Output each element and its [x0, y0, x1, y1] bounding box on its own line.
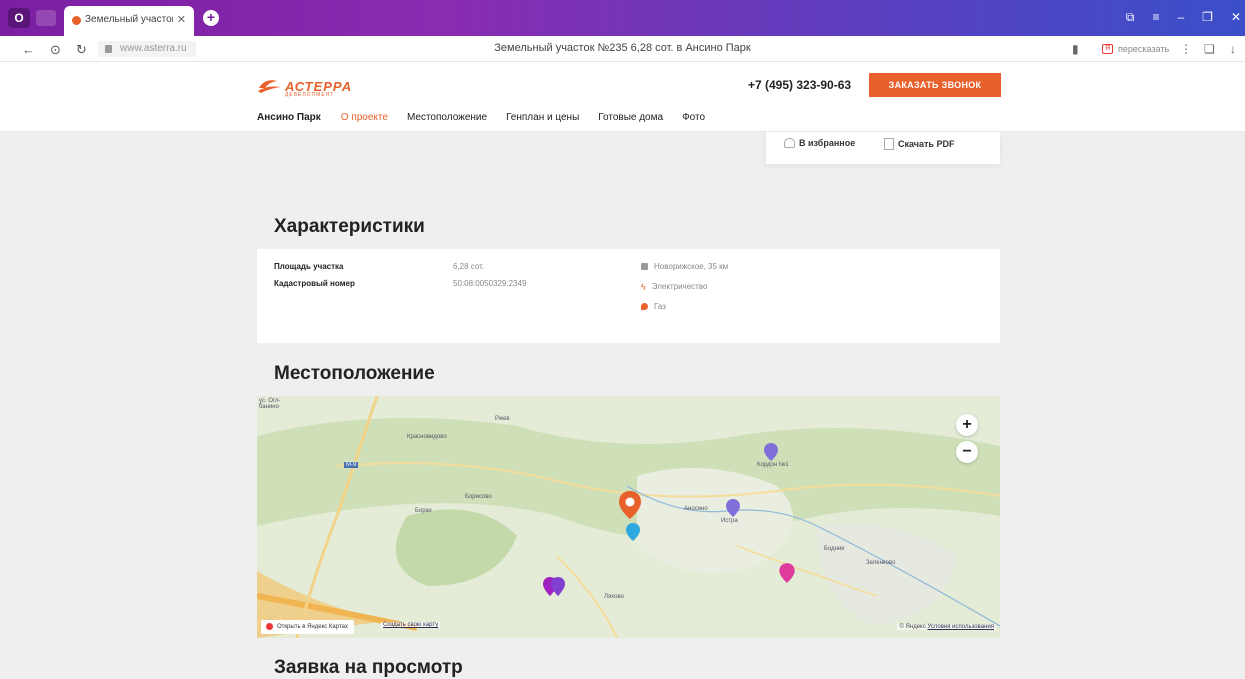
tab-group-icon[interactable]	[36, 10, 56, 26]
window-controls: ⧉ ≡ – ❐ ✕	[1126, 10, 1241, 25]
map-road-badge: М-9	[344, 462, 359, 468]
map-label-krasnovidovo: Красновидово	[407, 434, 447, 440]
site-logo[interactable]: АСТЕРРА ДЕВЕЛОПМЕНТ	[257, 76, 357, 98]
site-favicon-icon	[72, 16, 81, 25]
translate-label: пересказать	[1118, 44, 1170, 54]
feature-power: ϟ Электричество	[641, 282, 707, 291]
document-icon	[884, 138, 894, 150]
restore-icon[interactable]: ❐	[1202, 10, 1213, 25]
map-label-lyakhovo: Ляхово	[604, 594, 624, 600]
highway-icon	[641, 263, 648, 270]
poi-marker-istra-icon[interactable]	[725, 498, 741, 518]
snapshot-icon[interactable]: ⧉	[1126, 10, 1135, 25]
address-bar-row: ← ⊙ ↻ www.asterra.ru Земельный участок №…	[0, 36, 1245, 62]
flame-icon	[641, 303, 648, 310]
plot-location-marker-icon[interactable]	[618, 490, 642, 520]
map-zoom-out-button[interactable]: −	[956, 441, 978, 463]
map-label-anosino: Аносино	[684, 506, 708, 512]
menu-item-photo[interactable]: Фото	[682, 112, 705, 123]
highway-text: Новорижское, 35 км	[654, 262, 729, 271]
location-heading: Местоположение	[274, 363, 435, 384]
map-label-istra: Истра	[721, 518, 738, 524]
map-label-ryzhe: Ржев	[495, 416, 510, 422]
poi-marker-blue-icon[interactable]	[625, 522, 641, 542]
map-label-zelenkovo: Зеленково	[866, 560, 896, 566]
open-yandex-label: Открыть в Яндекс Картах	[277, 624, 348, 630]
cadastral-value: 50:08:0050329:2349	[453, 279, 527, 288]
yandex-map[interactable]: ус. Огл- банино Красновидово Ржев Борисо…	[257, 396, 1000, 638]
menu-item-plan[interactable]: Генплан и цены	[506, 112, 579, 123]
page-title-in-bar: Земельный участок №235 6,28 сот. в Ансин…	[494, 42, 751, 54]
more-icon[interactable]: ⋮	[1180, 42, 1192, 56]
copyright-text: © Яндекс	[899, 624, 926, 630]
gas-text: Газ	[654, 302, 666, 311]
yandex-maps-pin-icon	[266, 623, 273, 630]
order-call-button[interactable]: ЗАКАЗАТЬ ЗВОНОК	[869, 73, 1001, 97]
terms-link[interactable]: Условия использования	[927, 624, 994, 630]
logo-wave-icon	[258, 80, 281, 93]
poi-marker-cluster-icon[interactable]	[541, 576, 569, 600]
heart-icon	[784, 138, 795, 148]
feature-highway: Новорижское, 35 км	[641, 262, 728, 271]
site-header: АСТЕРРА ДЕВЕЛОПМЕНТ +7 (495) 323-90-63 З…	[0, 62, 1245, 132]
request-heading: Заявка на просмотр	[274, 657, 463, 678]
menu-item-location[interactable]: Местоположение	[407, 112, 487, 123]
download-icon[interactable]: ↓	[1230, 42, 1236, 56]
map-label-bodnie: Бодние	[824, 546, 845, 552]
create-map-link[interactable]: Создать свою карту	[381, 622, 441, 628]
map-zoom-in-button[interactable]: +	[956, 414, 978, 436]
opera-menu-icon[interactable]: O	[8, 8, 30, 28]
tab-title: Земельный участок №	[85, 14, 173, 25]
browser-tab-bar: O Земельный участок № ✕ + ⧉ ≡ – ❐ ✕	[0, 0, 1245, 36]
open-in-yandex-maps-button[interactable]: Открыть в Яндекс Картах	[261, 620, 354, 634]
add-favorite-button[interactable]: В избранное	[784, 138, 855, 148]
map-label-kordon: Кордон №1	[757, 462, 789, 468]
tab-close-icon[interactable]: ✕	[177, 13, 186, 26]
yandex-icon: Я	[1102, 44, 1113, 54]
feature-gas: Газ	[641, 302, 666, 311]
map-label-corner: ус. Огл- банино	[259, 398, 281, 410]
menu-item-brand[interactable]: Ансино Парк	[257, 112, 321, 123]
poi-marker-purple-icon[interactable]	[763, 442, 779, 462]
new-tab-button[interactable]: +	[203, 10, 219, 26]
easy-setup-icon[interactable]: ≡	[1152, 10, 1159, 25]
cadastral-label: Кадастровый номер	[274, 279, 355, 288]
pdf-label: Скачать PDF	[898, 139, 955, 149]
plot-actions-card: В избранное Скачать PDF	[766, 132, 1000, 164]
favorite-label: В избранное	[799, 138, 856, 148]
minimize-icon[interactable]: –	[1177, 10, 1184, 25]
map-label-borki: Борки	[415, 508, 432, 514]
download-pdf-button[interactable]: Скачать PDF	[884, 138, 954, 150]
main-menu: Ансино Парк О проекте Местоположение Ген…	[257, 112, 724, 123]
menu-item-houses[interactable]: Готовые дома	[598, 112, 663, 123]
poi-marker-pink-icon[interactable]	[778, 562, 796, 584]
close-window-icon[interactable]: ✕	[1231, 10, 1241, 25]
power-text: Электричество	[651, 282, 708, 291]
yandex-translate-button[interactable]: Я пересказать	[1098, 41, 1175, 57]
bookmark-icon[interactable]: ▮	[1072, 42, 1079, 56]
characteristics-heading: Характеристики	[274, 216, 425, 237]
browser-tab-active[interactable]: Земельный участок № ✕	[64, 6, 194, 36]
extensions-icon[interactable]: ❏	[1204, 42, 1215, 56]
area-value: 6,28 сот.	[453, 262, 485, 271]
area-label: Площадь участка	[274, 262, 344, 271]
map-label-borisovo: Борисово	[465, 494, 492, 500]
logo-subtext: ДЕВЕЛОПМЕНТ	[285, 92, 335, 98]
phone-number[interactable]: +7 (495) 323-90-63	[748, 78, 851, 92]
menu-item-about[interactable]: О проекте	[341, 112, 388, 123]
lightning-icon: ϟ	[641, 281, 646, 292]
map-copyright: © Яндекс Условия использования	[897, 624, 996, 630]
characteristics-card: Площадь участка 6,28 сот. Кадастровый но…	[257, 249, 1000, 343]
